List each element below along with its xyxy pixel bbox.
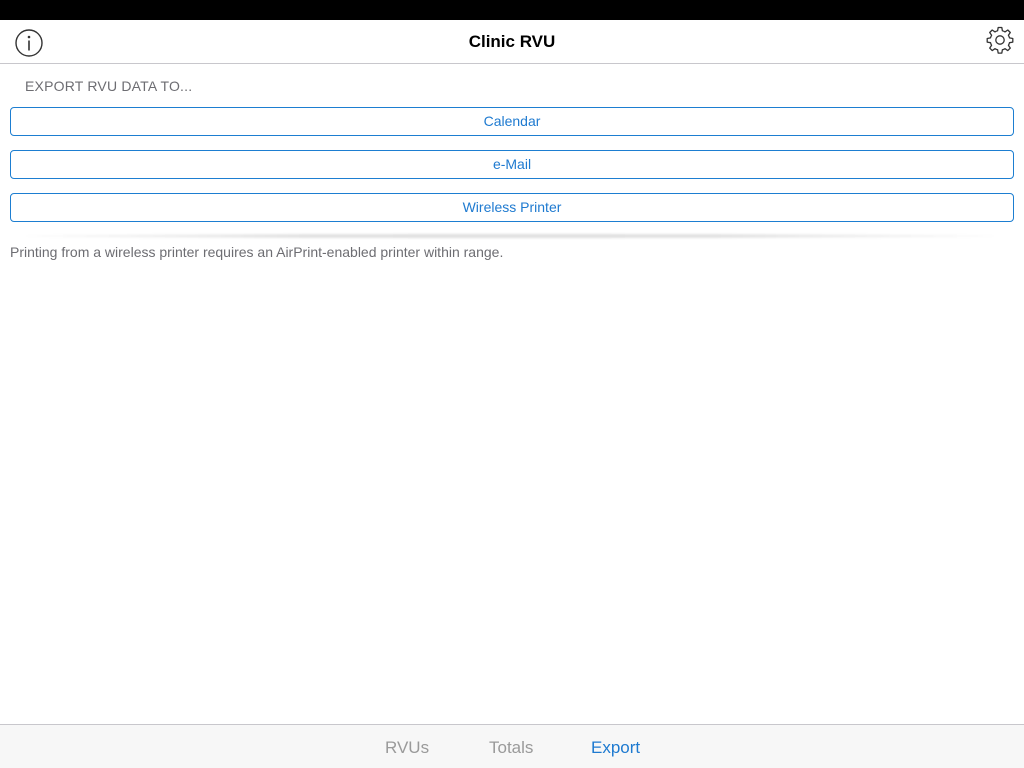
section-divider [25, 234, 995, 238]
status-bar [0, 0, 1024, 20]
gear-icon [986, 26, 1014, 54]
info-icon [15, 29, 43, 57]
navigation-bar: Clinic RVU [0, 20, 1024, 64]
settings-button[interactable] [984, 24, 1016, 56]
calendar-button[interactable]: Calendar [10, 107, 1014, 136]
export-section-header: EXPORT RVU DATA TO... [25, 78, 193, 94]
info-button[interactable] [14, 28, 44, 58]
tab-totals[interactable]: Totals [489, 725, 533, 768]
wireless-printer-button[interactable]: Wireless Printer [10, 193, 1014, 222]
airprint-note: Printing from a wireless printer require… [10, 244, 504, 260]
tab-bar: RVUs Totals Export [0, 724, 1024, 768]
app-window: Clinic RVU EXPORT RVU DATA TO... Calenda… [0, 0, 1024, 768]
email-button[interactable]: e-Mail [10, 150, 1014, 179]
tab-export[interactable]: Export [591, 725, 640, 768]
tab-rvus[interactable]: RVUs [385, 725, 429, 768]
page-title: Clinic RVU [468, 32, 556, 51]
